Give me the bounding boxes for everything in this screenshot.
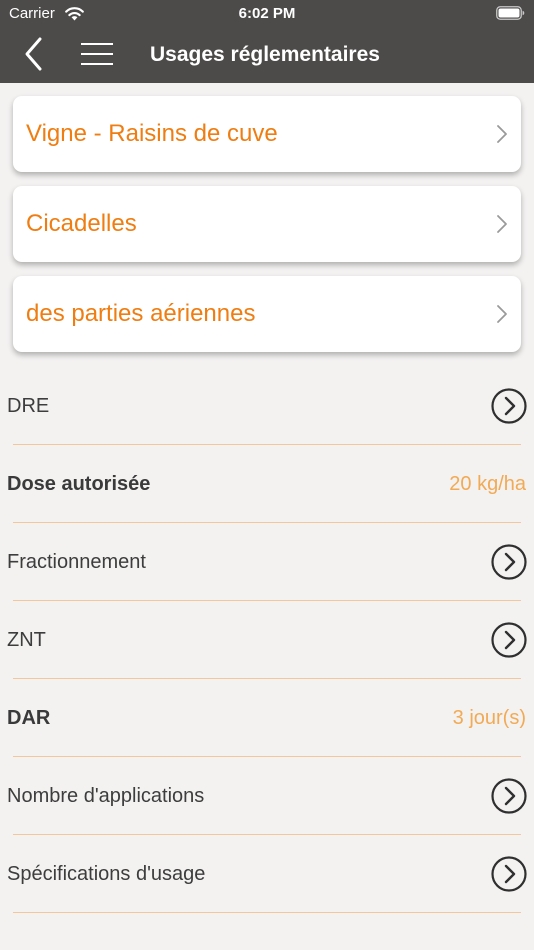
page-title: Usages réglementaires [150,43,380,66]
row-label: Nombre d'applications [7,785,205,807]
crop-card[interactable]: Vigne - Raisins de cuve [13,96,521,172]
card-label: Vigne - Raisins de cuve [26,120,278,147]
chevron-right-icon [497,125,507,143]
row-dose: Dose autorisée 20 kg/ha [0,445,534,523]
back-button[interactable] [20,36,50,72]
row-label: Spécifications d'usage [7,863,206,885]
row-dar: DAR 3 jour(s) [0,679,534,757]
circle-chevron-right-icon[interactable] [491,778,527,814]
row-nombre-applications[interactable]: Nombre d'applications [0,757,534,835]
battery-icon [496,6,525,20]
circle-chevron-right-icon[interactable] [491,388,527,424]
hamburger-menu-icon [81,43,113,65]
chevron-right-icon [497,305,507,323]
row-value: 20 kg/ha [449,473,526,495]
row-label: DAR [7,707,51,729]
pest-card[interactable]: Cicadelles [13,186,521,262]
row-znt[interactable]: ZNT [0,601,534,679]
menu-button[interactable] [80,41,114,67]
row-label: Fractionnement [7,551,146,573]
status-time: 6:02 PM [238,5,296,22]
row-divider [13,912,521,913]
row-dre[interactable]: DRE [0,367,534,445]
row-label: DRE [7,395,50,417]
row-value: 3 jour(s) [452,707,526,729]
circle-chevron-right-icon[interactable] [491,856,527,892]
top-bar: Carrier 6:02 PM Usages réglementaires [0,0,534,83]
card-label: des parties aériennes [26,300,256,327]
row-label: Dose autorisée [7,473,151,495]
chevron-right-icon [497,215,507,233]
row-label: ZNT [7,629,46,651]
row-specifications[interactable]: Spécifications d'usage [0,835,534,913]
circle-chevron-right-icon[interactable] [491,622,527,658]
card-label: Cicadelles [26,210,137,237]
treatment-target-card[interactable]: des parties aériennes [13,276,521,352]
row-fractionnement[interactable]: Fractionnement [0,523,534,601]
chevron-left-icon [25,37,42,71]
circle-chevron-right-icon[interactable] [491,544,527,580]
